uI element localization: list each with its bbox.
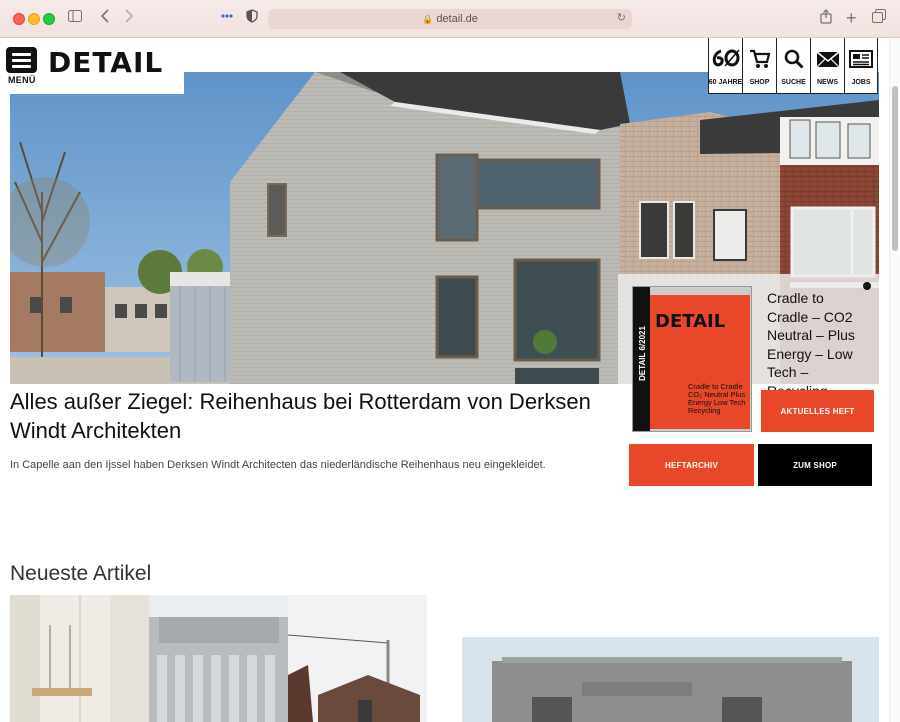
sixty-years-icon xyxy=(709,49,742,67)
article-thumbnail[interactable] xyxy=(288,595,427,722)
nav-label: 60 JAHRE xyxy=(708,79,743,86)
reload-icon[interactable]: ↻ xyxy=(617,11,626,24)
menu-label[interactable]: MENÜ xyxy=(8,75,36,85)
minimize-window-button[interactable] xyxy=(28,13,40,25)
search-icon xyxy=(777,49,810,69)
extensions-icon[interactable] xyxy=(220,9,234,28)
magazine-cover-text: Cradle to Cradle CO₂ Neutral Plus Energy… xyxy=(688,382,746,415)
tabs-icon[interactable] xyxy=(872,9,886,28)
forward-icon[interactable] xyxy=(124,9,134,28)
cart-icon xyxy=(743,49,776,69)
top-nav: 60 JAHRE SHOP SUCHE NEWS JOBS xyxy=(708,38,878,94)
mail-icon xyxy=(811,49,844,69)
back-icon[interactable] xyxy=(100,9,110,28)
magazine-logo: DETAIL xyxy=(655,311,726,332)
magazine-cover[interactable]: DETAIL 6/2021 DETAIL Cradle to Cradle CO… xyxy=(632,286,752,432)
nav-jobs[interactable]: JOBS xyxy=(844,38,878,94)
sidebar-icon[interactable] xyxy=(68,9,82,27)
promo-text[interactable]: Cradle to Cradle – CO2 Neutral – Plus En… xyxy=(767,289,867,400)
nav-label: SHOP xyxy=(749,79,770,86)
hero-teaser: In Capelle aan den Ijssel haben Derksen … xyxy=(10,459,546,471)
nav-label: NEWS xyxy=(817,79,838,86)
nav-shop[interactable]: SHOP xyxy=(742,38,776,94)
nav-label: JOBS xyxy=(851,79,871,86)
hamburger-menu-icon[interactable] xyxy=(6,47,37,73)
nav-label: SUCHE xyxy=(781,79,806,86)
site-logo[interactable]: DETAIL xyxy=(48,48,163,78)
page-content: MENÜ DETAIL 60 JAHRE SHOP SUCHE NEWS JOB… xyxy=(0,38,900,722)
magazine-spine: DETAIL 6/2021 xyxy=(633,287,650,431)
article-thumbnail[interactable] xyxy=(10,595,149,722)
browser-toolbar: 🔒 detail.de ↻ + xyxy=(0,0,900,38)
current-issue-button[interactable]: AKTUELLES HEFT xyxy=(761,390,874,432)
zoom-window-button[interactable] xyxy=(43,13,55,25)
magazine-spine-text: DETAIL 6/2021 xyxy=(638,326,647,381)
site-header-logo: MENÜ DETAIL xyxy=(0,38,184,94)
nav-news[interactable]: NEWS xyxy=(810,38,844,94)
share-icon[interactable] xyxy=(820,9,832,29)
latest-articles-title: Neueste Artikel xyxy=(10,562,152,585)
article-thumbnail[interactable] xyxy=(149,595,288,722)
url-text: detail.de xyxy=(436,13,478,25)
close-window-button[interactable] xyxy=(13,13,25,25)
hero-headline[interactable]: Alles außer Ziegel: Reihenhaus bei Rotte… xyxy=(10,388,610,445)
scrollbar-thumb[interactable] xyxy=(892,86,898,251)
shop-button[interactable]: ZUM SHOP xyxy=(758,444,872,486)
nav-60-jahre[interactable]: 60 JAHRE xyxy=(708,38,742,94)
address-bar[interactable]: 🔒 detail.de ↻ xyxy=(268,9,632,29)
lock-icon: 🔒 xyxy=(422,13,434,24)
newspaper-icon xyxy=(845,49,877,69)
article-thumbnail[interactable] xyxy=(462,637,879,722)
shield-icon[interactable] xyxy=(246,9,258,28)
archive-button[interactable]: HEFTARCHIV xyxy=(629,444,754,486)
new-tab-icon[interactable]: + xyxy=(846,9,857,27)
nav-suche[interactable]: SUCHE xyxy=(776,38,810,94)
